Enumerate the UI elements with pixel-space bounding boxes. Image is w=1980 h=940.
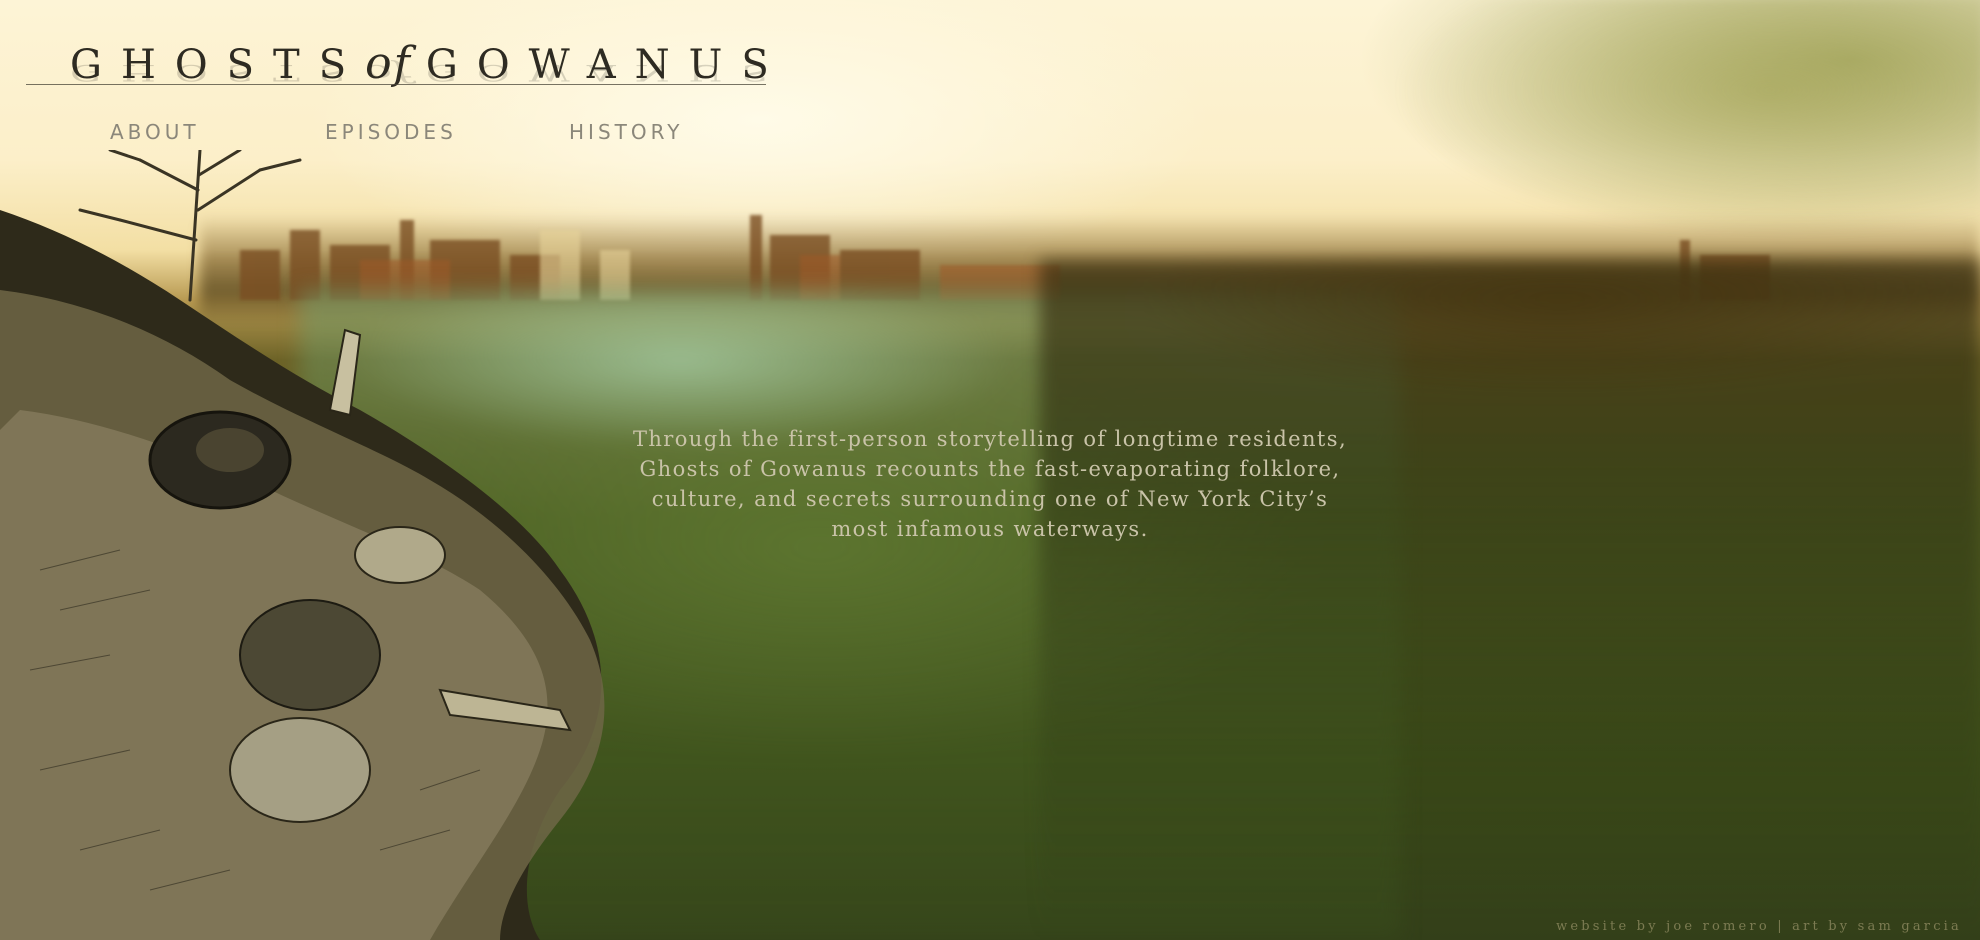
reflection-of: of [365,59,412,88]
intro-blurb: Through the first-person storytelling of… [570,424,1410,544]
far-canal-bank [1040,260,1980,940]
nav-about[interactable]: ABOUT [110,120,200,144]
intro-line-4: most infamous waterways. [831,517,1149,541]
footer-credits[interactable]: website by joe romero | art by sam garci… [1556,919,1962,934]
logo-underline [26,84,766,85]
reflection-ghosts: GHOSTS [70,59,366,85]
nav-episodes[interactable]: EPISODES [325,120,457,144]
site-logo[interactable]: GHOSTSof GOWANUS GHOSTSof GOWANUS [70,40,790,110]
nav-history[interactable]: HISTORY [569,120,683,144]
intro-line-3: culture, and secrets surrounding one of … [651,487,1329,511]
reflection-gowanus: GOWANUS [425,59,788,85]
page: GHOSTSof GOWANUS GHOSTSof GOWANUS ABOUT EP… [0,0,1980,940]
intro-line-2: Ghosts of Gowanus recounts the fast-evap… [639,457,1341,481]
site-title-reflection: GHOSTSof GOWANUS [70,59,788,88]
rubble-shore-illustration [0,150,605,940]
intro-line-1: Through the first-person storytelling of… [632,427,1348,451]
